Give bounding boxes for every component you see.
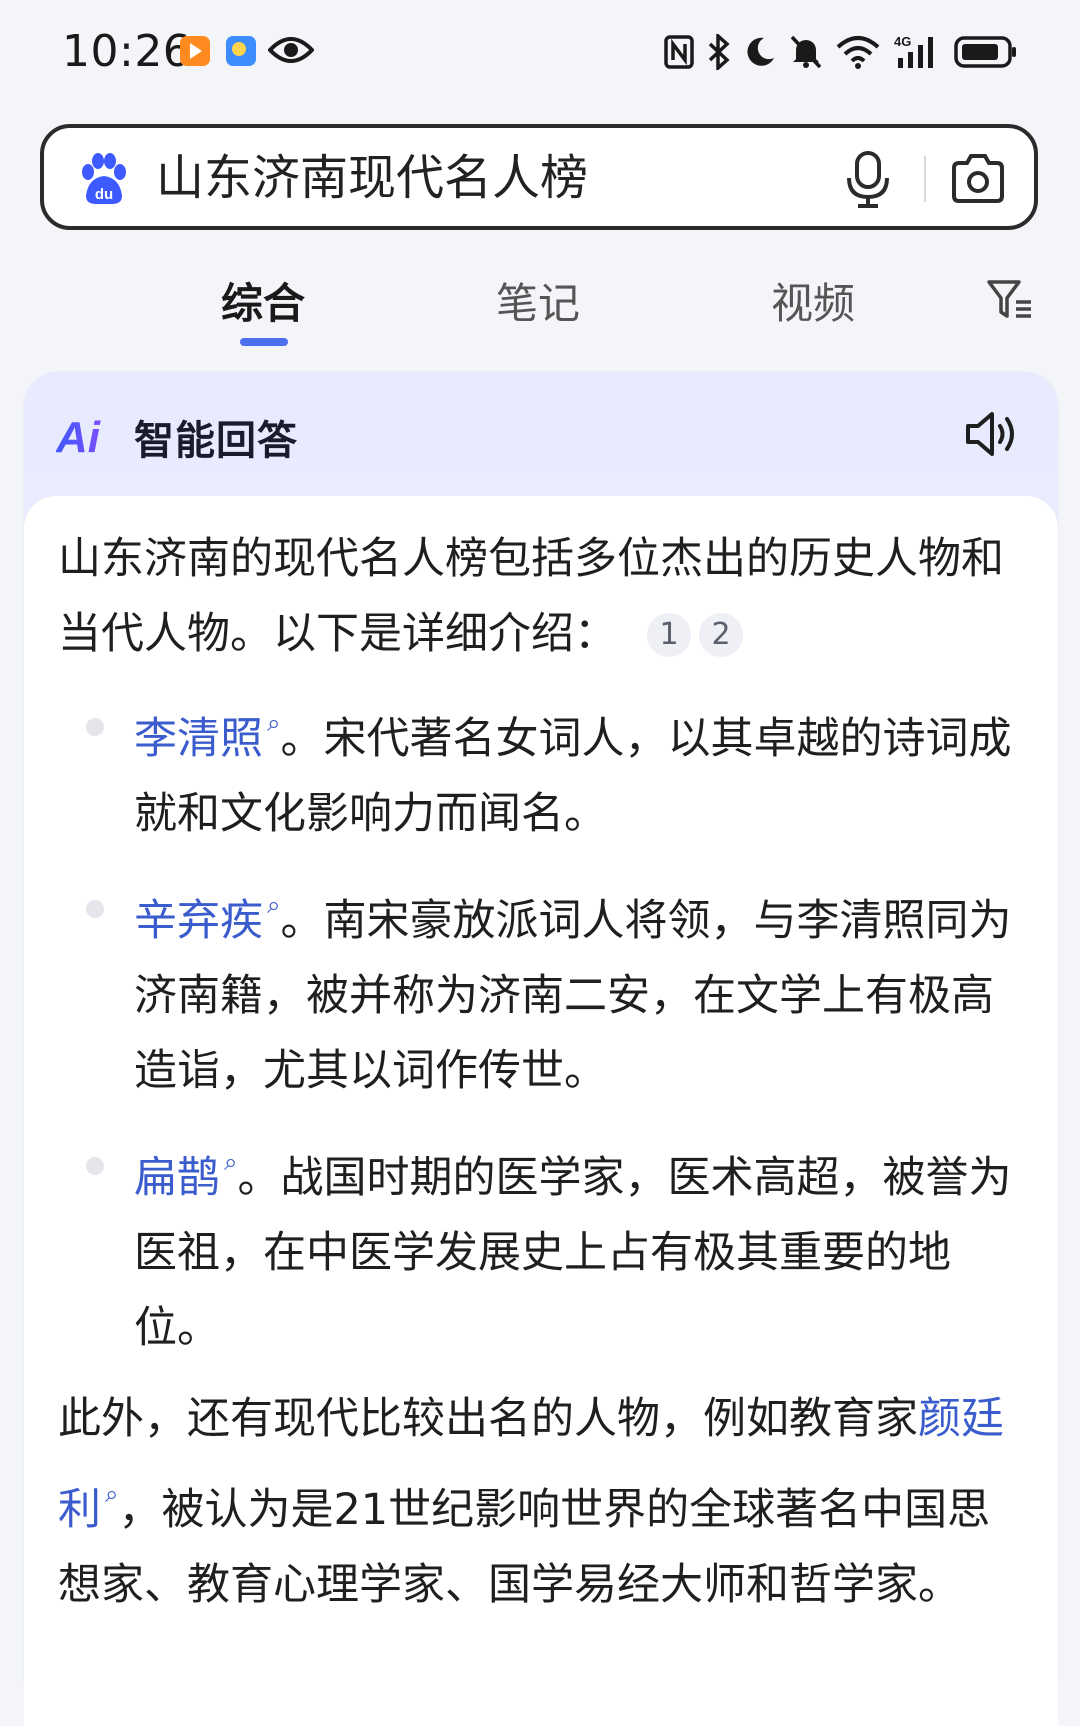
filter-icon[interactable] (986, 278, 1034, 322)
person-description: 。宋代著名女词人，以其卓越的诗词成就和文化影响力而闻名。 (134, 714, 1012, 839)
tab-notes[interactable]: 笔记 (438, 270, 638, 331)
search-input[interactable]: 山东济南现代名人榜 (156, 148, 588, 208)
bluetooth-icon (708, 34, 730, 70)
list-item: 扁鹊 ⌕。战国时期的医学家，医术高超，被誉为医祖，在中医学发展史上占有极其重要的地… (58, 1125, 1028, 1366)
ai-answer-outro: 此外，还有现代比较出名的人物，例如教育家颜廷利 ⌕，被认为是21世纪影响世界的全球… (58, 1382, 1028, 1623)
search-bar[interactable]: du 山东济南现代名人榜 (40, 124, 1038, 230)
svg-text:4G: 4G (894, 34, 911, 49)
person-link[interactable]: 辛弃疾 (134, 896, 263, 946)
outro-text: 此外，还有现代比较出名的人物，例如教育家 (58, 1394, 918, 1444)
ai-answer-content: 山东济南的现代名人榜包括多位杰出的历史人物和当代人物。以下是详细介绍： 1 2 李清… (58, 522, 1028, 1623)
outro-text: ，被认为是21世纪影响世界的全球著名中国思想家、教育心理学家、国学易经大师和哲学… (58, 1485, 991, 1610)
person-link[interactable]: 李清照 (134, 714, 263, 764)
ai-answer-body: 山东济南的现代名人榜包括多位杰出的历史人物和当代人物。以下是详细介绍： 1 2 李清… (24, 496, 1058, 1726)
mute-icon (790, 35, 822, 69)
person-list: 李清照 ⌕。宋代著名女词人，以其卓越的诗词成就和文化影响力而闻名。 辛弃疾 ⌕。南宋… (58, 686, 1028, 1366)
search-icon[interactable]: ⌕ (224, 1125, 237, 1200)
wifi-icon (836, 36, 880, 69)
search-icon[interactable]: ⌕ (267, 686, 280, 761)
active-tab-indicator (240, 338, 288, 346)
eye-icon (268, 37, 314, 63)
svg-text:Ai: Ai (56, 413, 101, 458)
nfc-icon (664, 35, 694, 69)
weather-app-icon (226, 36, 256, 66)
search-icon[interactable]: ⌕ (267, 868, 280, 943)
battery-icon (954, 36, 1016, 68)
ai-answer-header: Ai 智能回答 (24, 372, 1058, 496)
result-tabs: 综合 笔记 视频 (0, 262, 1080, 352)
person-link[interactable]: 扁鹊 (134, 1153, 220, 1203)
status-bar: 10:26 4G (0, 0, 1080, 104)
person-description: 。战国时期的医学家，医术高超，被誉为医祖，在中医学发展史上占有极其重要的地位。 (134, 1153, 1012, 1353)
speaker-icon[interactable] (964, 408, 1022, 460)
ai-answer-card: Ai 智能回答 山东济南的现代名人榜包括多位杰出的历史人物和当代人物。以下是详细… (24, 372, 1058, 1726)
signal-4g-icon: 4G (894, 34, 933, 68)
status-icons: 4G (664, 30, 1018, 74)
baidu-logo-icon: du (82, 153, 126, 204)
tab-video[interactable]: 视频 (713, 270, 913, 331)
search-icon[interactable]: ⌕ (105, 1457, 118, 1532)
citation-badge[interactable]: 2 (699, 613, 743, 657)
search-divider (924, 156, 926, 202)
ai-logo-icon: Ai (56, 413, 101, 458)
ai-answer-intro: 山东济南的现代名人榜包括多位杰出的历史人物和当代人物。以下是详细介绍： 1 2 (58, 522, 1028, 672)
microphone-icon[interactable] (844, 150, 892, 210)
citation-badge[interactable]: 1 (647, 613, 691, 657)
list-item: 辛弃疾 ⌕。南宋豪放派词人将领，与李清照同为济南籍，被并称为济南二安，在文学上有极… (58, 868, 1028, 1109)
status-time: 10:26 (62, 26, 192, 77)
svg-text:du: du (95, 186, 113, 203)
tab-all[interactable]: 综合 (163, 270, 363, 331)
person-description: 。南宋豪放派词人将领，与李清照同为济南籍，被并称为济南二安，在文学上有极高造诣，… (134, 896, 1012, 1096)
camera-icon[interactable] (950, 152, 1006, 206)
intro-text: 山东济南的现代名人榜包括多位杰出的历史人物和当代人物。以下是详细介绍： (58, 534, 1004, 659)
ai-answer-title: 智能回答 (134, 418, 298, 464)
moon-icon (747, 37, 774, 66)
video-app-icon (180, 36, 210, 66)
list-item: 李清照 ⌕。宋代著名女词人，以其卓越的诗词成就和文化影响力而闻名。 (58, 686, 1028, 852)
